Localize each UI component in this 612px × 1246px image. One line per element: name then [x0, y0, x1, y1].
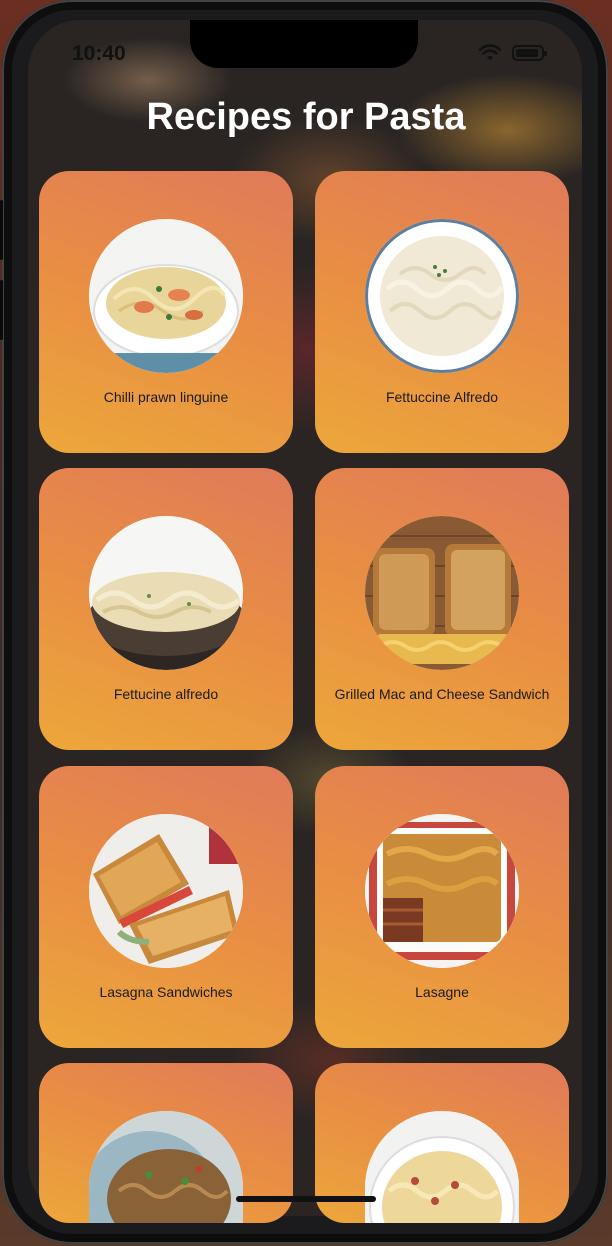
recipe-photo [89, 219, 243, 373]
recipe-card[interactable]: Fettucine alfredo [39, 468, 293, 750]
recipe-card[interactable]: Lasagne [315, 766, 569, 1048]
recipe-card[interactable]: Lasagna Sandwiches [39, 766, 293, 1048]
wifi-icon [478, 44, 502, 61]
recipe-name: Fettucine alfredo [113, 686, 219, 702]
recipe-name: Grilled Mac and Cheese Sandwich [334, 686, 550, 702]
recipe-photo [365, 1111, 519, 1223]
recipe-photo [365, 814, 519, 968]
home-indicator[interactable] [236, 1196, 376, 1202]
sandwich-image [365, 516, 519, 670]
recipe-name: Chilli prawn linguine [103, 389, 229, 405]
pasta-image [365, 1111, 519, 1223]
recipe-name: Lasagne [415, 984, 469, 1000]
pasta-image [89, 1111, 243, 1223]
recipe-photo [89, 814, 243, 968]
recipe-photo [89, 516, 243, 670]
recipe-photo [365, 219, 519, 373]
volume-button [0, 280, 3, 340]
status-icons [478, 44, 547, 62]
volume-button [0, 200, 3, 260]
sandwich-image [89, 814, 243, 968]
recipe-photo [89, 1111, 243, 1223]
camera-notch [190, 20, 418, 68]
recipe-card[interactable]: Grilled Mac and Cheese Sandwich [315, 468, 569, 750]
pasta-image [89, 219, 243, 373]
recipe-photo [365, 516, 519, 670]
recipe-name: Fettuccine Alfredo [385, 389, 499, 405]
status-time: 10:40 [72, 42, 126, 65]
page-title: Recipes for Pasta [146, 96, 466, 138]
pasta-image [365, 219, 519, 373]
recipe-name: Lasagna Sandwiches [99, 984, 233, 1000]
recipe-card[interactable]: Fettuccine Alfredo [315, 171, 569, 453]
recipe-card[interactable]: Chilli prawn linguine [39, 171, 293, 453]
battery-icon [512, 45, 547, 61]
pasta-image [89, 516, 243, 670]
lasagne-image [365, 814, 519, 968]
